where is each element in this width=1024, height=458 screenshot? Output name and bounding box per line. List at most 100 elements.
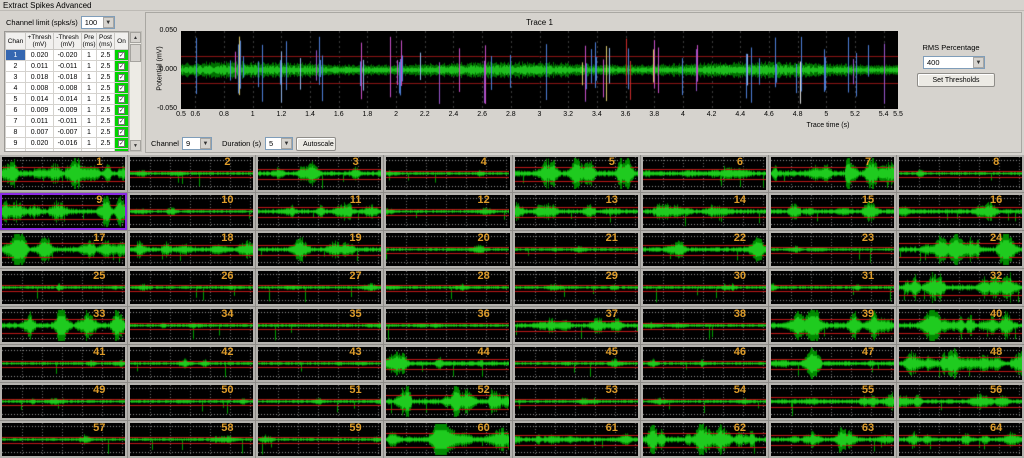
on-cell[interactable]: ✓ <box>115 50 129 61</box>
channel-cell-52[interactable]: 52 <box>384 383 511 420</box>
on-cell[interactable]: ✓ <box>115 149 129 152</box>
scroll-up-icon[interactable]: ▲ <box>130 32 141 43</box>
value-cell[interactable]: 2.5 <box>97 94 115 105</box>
channel-cell-50[interactable]: 50 <box>128 383 255 420</box>
channel-cell-63[interactable]: 63 <box>769 421 896 458</box>
channel-cell-54[interactable]: 54 <box>641 383 768 420</box>
channel-cell-47[interactable]: 47 <box>769 345 896 382</box>
channel-cell-34[interactable]: 34 <box>128 307 255 344</box>
channel-cell-44[interactable]: 44 <box>384 345 511 382</box>
value-cell[interactable]: -0.007 <box>54 127 82 138</box>
value-cell[interactable]: 2.5 <box>97 61 115 72</box>
value-cell[interactable]: -0.009 <box>54 105 82 116</box>
channel-cell-22[interactable]: 22 <box>641 231 768 268</box>
table-row[interactable]: 70.011-0.01112.5✓ <box>6 116 129 127</box>
chan-cell[interactable]: 6 <box>6 105 26 116</box>
channel-cell-49[interactable]: 49 <box>0 383 127 420</box>
value-cell[interactable]: 0.007 <box>26 127 54 138</box>
value-cell[interactable]: 0.014 <box>26 94 54 105</box>
table-row[interactable]: 10.020-0.02012.5✓ <box>6 50 129 61</box>
channel-cell-13[interactable]: 13 <box>513 193 640 230</box>
value-cell[interactable]: 0.008 <box>26 83 54 94</box>
on-checkbox[interactable]: ✓ <box>118 96 125 103</box>
table-scrollbar[interactable]: ▲ ▼ <box>129 31 142 152</box>
value-cell[interactable]: -0.018 <box>54 72 82 83</box>
channel-cell-2[interactable]: 2 <box>128 155 255 192</box>
channel-cell-60[interactable]: 60 <box>384 421 511 458</box>
value-cell[interactable]: 0.010 <box>26 149 54 152</box>
value-cell[interactable]: 1 <box>82 50 97 61</box>
value-cell[interactable]: 0.011 <box>26 116 54 127</box>
channel-cell-51[interactable]: 51 <box>256 383 383 420</box>
chan-cell[interactable]: 2 <box>6 61 26 72</box>
channel-cell-46[interactable]: 46 <box>641 345 768 382</box>
value-cell[interactable]: 2.5 <box>97 127 115 138</box>
on-checkbox[interactable]: ✓ <box>118 107 125 114</box>
channel-cell-23[interactable]: 23 <box>769 231 896 268</box>
value-cell[interactable]: 0.011 <box>26 61 54 72</box>
table-row[interactable]: 80.007-0.00712.5✓ <box>6 127 129 138</box>
channel-cell-32[interactable]: 32 <box>897 269 1024 306</box>
value-cell[interactable]: 2.5 <box>97 116 115 127</box>
scroll-down-icon[interactable]: ▼ <box>130 140 141 151</box>
value-cell[interactable]: -0.014 <box>54 94 82 105</box>
on-cell[interactable]: ✓ <box>115 61 129 72</box>
channel-cell-56[interactable]: 56 <box>897 383 1024 420</box>
on-cell[interactable]: ✓ <box>115 127 129 138</box>
channel-cell-48[interactable]: 48 <box>897 345 1024 382</box>
channel-cell-3[interactable]: 3 <box>256 155 383 192</box>
table-row[interactable]: 40.008-0.00812.5✓ <box>6 83 129 94</box>
value-cell[interactable]: 1 <box>82 83 97 94</box>
channel-cell-10[interactable]: 10 <box>128 193 255 230</box>
channel-cell-5[interactable]: 5 <box>513 155 640 192</box>
table-row[interactable]: 30.018-0.01812.5✓ <box>6 72 129 83</box>
channel-cell-35[interactable]: 35 <box>256 307 383 344</box>
value-cell[interactable]: 2.5 <box>97 138 115 149</box>
channel-cell-17[interactable]: 17 <box>0 231 127 268</box>
channel-cell-15[interactable]: 15 <box>769 193 896 230</box>
channel-cell-25[interactable]: 25 <box>0 269 127 306</box>
channel-cell-59[interactable]: 59 <box>256 421 383 458</box>
duration-dropdown[interactable]: 5 ▼ <box>265 137 293 150</box>
chan-cell[interactable]: 4 <box>6 83 26 94</box>
channel-cell-37[interactable]: 37 <box>513 307 640 344</box>
chan-cell[interactable]: 3 <box>6 72 26 83</box>
chan-cell[interactable]: 5 <box>6 94 26 105</box>
value-cell[interactable]: 1 <box>82 72 97 83</box>
chan-cell[interactable]: 1 <box>6 50 26 61</box>
table-row[interactable]: 100.010-0.00912.5✓ <box>6 149 129 152</box>
on-cell[interactable]: ✓ <box>115 83 129 94</box>
on-checkbox[interactable]: ✓ <box>118 74 125 81</box>
channel-cell-28[interactable]: 28 <box>384 269 511 306</box>
chan-cell[interactable]: 8 <box>6 127 26 138</box>
value-cell[interactable]: -0.011 <box>54 61 82 72</box>
channel-cell-31[interactable]: 31 <box>769 269 896 306</box>
chevron-down-icon[interactable]: ▼ <box>281 138 292 149</box>
value-cell[interactable]: -0.016 <box>54 138 82 149</box>
channel-cell-18[interactable]: 18 <box>128 231 255 268</box>
channel-cell-14[interactable]: 14 <box>641 193 768 230</box>
value-cell[interactable]: 1 <box>82 127 97 138</box>
channel-cell-43[interactable]: 43 <box>256 345 383 382</box>
set-thresholds-button[interactable]: Set Thresholds <box>917 73 995 87</box>
channel-cell-57[interactable]: 57 <box>0 421 127 458</box>
on-checkbox[interactable]: ✓ <box>118 52 125 59</box>
table-row[interactable]: 50.014-0.01412.5✓ <box>6 94 129 105</box>
channel-cell-40[interactable]: 40 <box>897 307 1024 344</box>
chan-cell[interactable]: 9 <box>6 138 26 149</box>
channel-cell-45[interactable]: 45 <box>513 345 640 382</box>
value-cell[interactable]: 1 <box>82 149 97 152</box>
value-cell[interactable]: -0.009 <box>54 149 82 152</box>
channel-cell-6[interactable]: 6 <box>641 155 768 192</box>
value-cell[interactable]: 2.5 <box>97 83 115 94</box>
chevron-down-icon[interactable]: ▼ <box>200 138 211 149</box>
value-cell[interactable]: 1 <box>82 116 97 127</box>
value-cell[interactable]: 2.5 <box>97 105 115 116</box>
channel-cell-53[interactable]: 53 <box>513 383 640 420</box>
chevron-down-icon[interactable]: ▼ <box>103 17 114 28</box>
channel-cell-41[interactable]: 41 <box>0 345 127 382</box>
on-checkbox[interactable]: ✓ <box>118 85 125 92</box>
table-row[interactable]: 20.011-0.01112.5✓ <box>6 61 129 72</box>
channel-cell-42[interactable]: 42 <box>128 345 255 382</box>
channel-cell-36[interactable]: 36 <box>384 307 511 344</box>
